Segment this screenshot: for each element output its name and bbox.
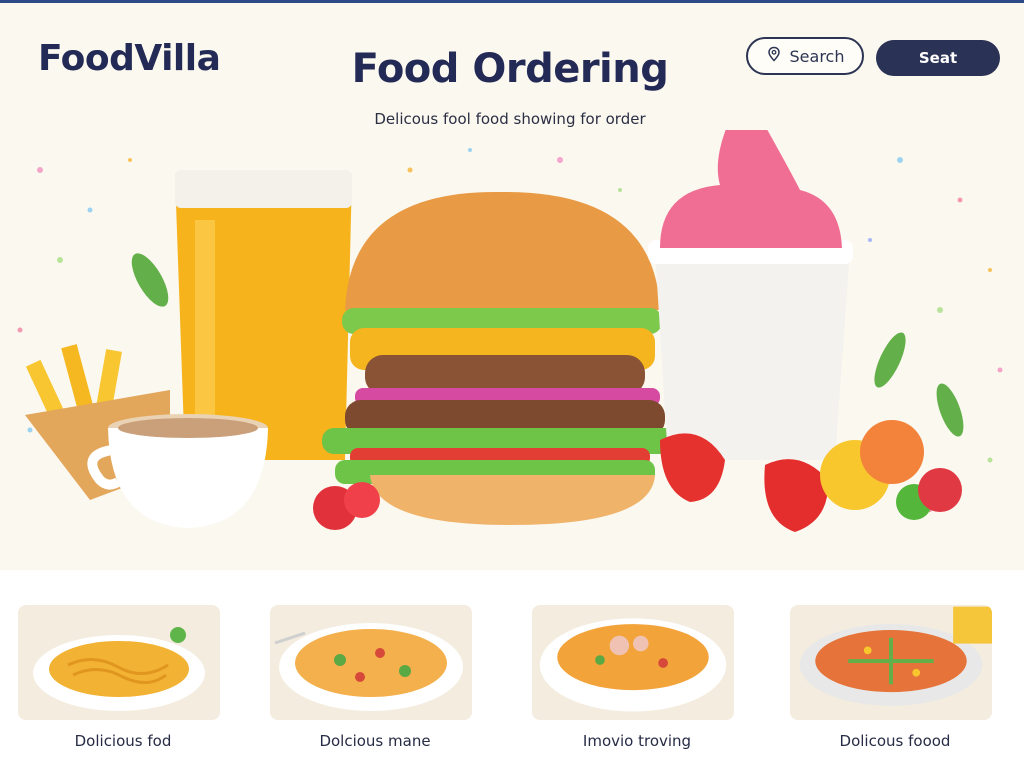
menu-card-3[interactable] [532, 605, 734, 720]
seat-button-label: Seat [918, 49, 958, 67]
menu-card-4-caption: Dolicous foood [839, 732, 951, 750]
menu-card-2-caption: Dolcious mane [319, 732, 431, 750]
soup-bowl-icon [539, 618, 727, 712]
pizza-plate-icon [799, 606, 992, 706]
search-button[interactable]: Search [746, 37, 864, 75]
seat-button[interactable]: Seat [876, 40, 1000, 76]
coffee-cup [87, 414, 268, 528]
brand-logo[interactable]: FoodVilla [38, 38, 221, 79]
menu-card-4[interactable] [790, 605, 992, 720]
page-title: Food Ordering [351, 46, 669, 92]
hero-illustration [0, 130, 1024, 570]
page: FoodVilla Food Ordering Delicous fool fo… [0, 0, 1024, 771]
search-button-label: Search [789, 46, 845, 66]
top-border [0, 0, 1024, 3]
pasta-plate-icon [274, 623, 463, 711]
menu-card-1[interactable] [18, 605, 220, 720]
location-pin-icon [766, 46, 782, 66]
menu-card-3-caption: Imovio troving [582, 732, 692, 750]
burger [322, 191, 682, 525]
ice-cream-cup [648, 130, 853, 460]
menu-card-1-caption: Dolicious fod [74, 732, 172, 750]
page-subtitle: Delicous fool food showing for order [374, 110, 646, 128]
spaghetti-plate-icon [33, 627, 205, 711]
menu-card-2[interactable] [270, 605, 472, 720]
